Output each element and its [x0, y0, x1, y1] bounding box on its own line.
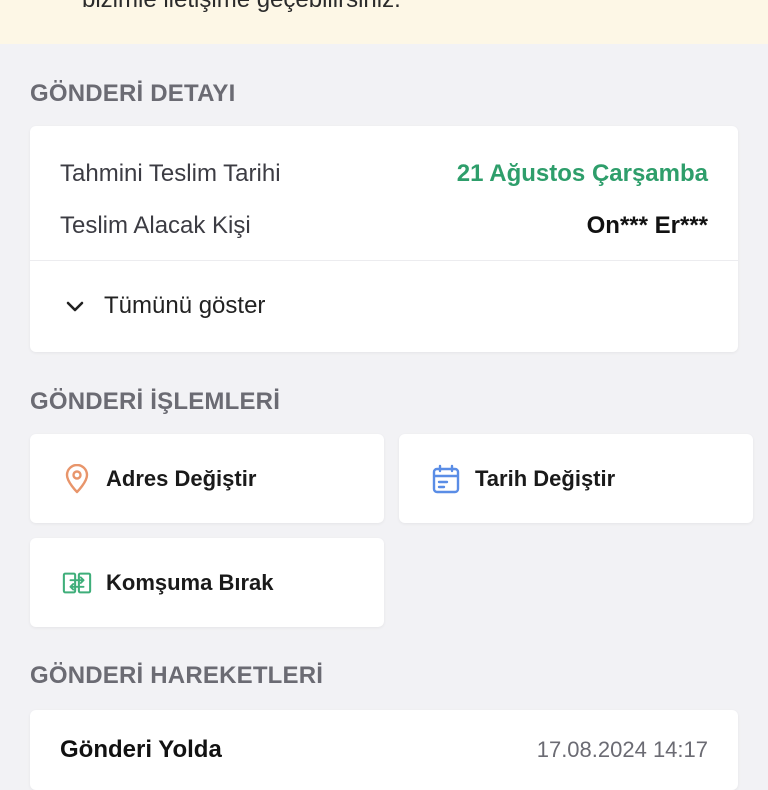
- location-pin-icon: [62, 463, 92, 494]
- estimated-delivery-label: Tahmini Teslim Tarihi: [60, 160, 281, 187]
- chevron-down-icon: [60, 291, 90, 321]
- shipment-detail-card: Tahmini Teslim Tarihi 21 Ağustos Çarşamb…: [30, 126, 738, 352]
- change-address-button[interactable]: Adres Değiştir: [30, 434, 384, 523]
- recipient-value: On*** Er***: [586, 212, 708, 239]
- swap-box-icon: [62, 568, 92, 598]
- card-divider: [30, 260, 738, 261]
- change-address-label: Adres Değiştir: [106, 465, 257, 491]
- recipient-row: Teslim Alacak Kişi On*** Er***: [60, 208, 708, 244]
- movement-item: Gönderi Yolda 17.08.2024 14:17: [60, 736, 708, 764]
- change-date-button[interactable]: Tarih Değiştir: [399, 434, 753, 523]
- section-title-shipment-actions: GÖNDERİ İŞLEMLERİ: [30, 388, 281, 415]
- show-all-label: Tümünü göster: [104, 292, 266, 319]
- recipient-label: Teslim Alacak Kişi: [60, 212, 251, 239]
- banner-text: bizimle iletişime geçebilirsiniz.: [82, 0, 401, 14]
- estimated-delivery-row: Tahmini Teslim Tarihi 21 Ağustos Çarşamb…: [60, 156, 708, 192]
- show-all-button[interactable]: Tümünü göster: [60, 286, 265, 326]
- info-banner: bizimle iletişime geçebilirsiniz.: [0, 0, 768, 44]
- section-title-shipment-detail: GÖNDERİ DETAYI: [30, 80, 236, 107]
- shipment-movements-card: Gönderi Yolda 17.08.2024 14:17: [30, 710, 738, 790]
- change-date-label: Tarih Değiştir: [475, 465, 616, 491]
- leave-with-neighbor-button[interactable]: Komşuma Bırak: [30, 538, 384, 627]
- calendar-icon: [431, 464, 461, 494]
- movement-status: Gönderi Yolda: [60, 736, 222, 763]
- estimated-delivery-value: 21 Ağustos Çarşamba: [456, 160, 708, 187]
- movement-datetime: 17.08.2024 14:17: [536, 737, 708, 762]
- section-title-shipment-movements: GÖNDERİ HAREKETLERİ: [30, 662, 324, 689]
- leave-with-neighbor-label: Komşuma Bırak: [106, 569, 274, 595]
